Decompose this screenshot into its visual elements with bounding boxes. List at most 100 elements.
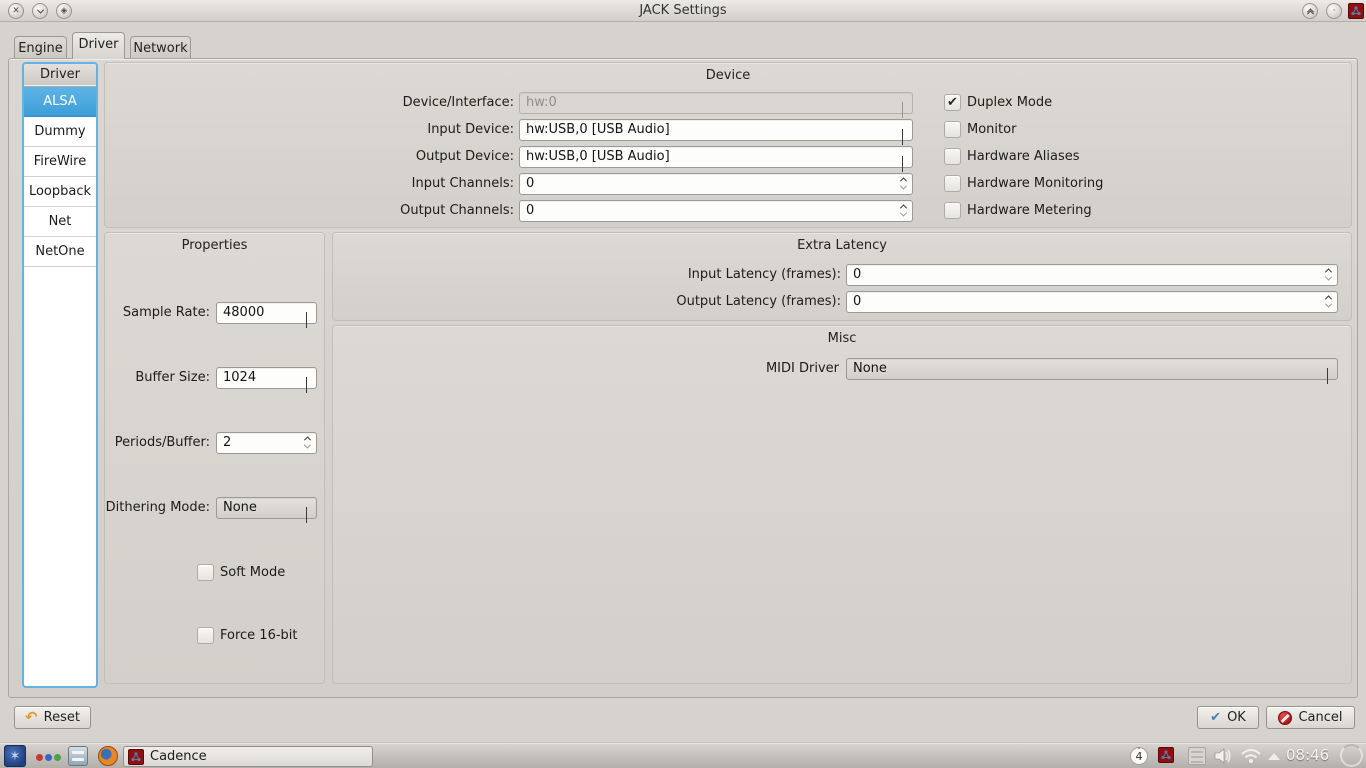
driver-item-netone[interactable]: NetOne: [24, 237, 96, 267]
reset-button[interactable]: ↶ Reset: [14, 706, 91, 729]
force-16bit-label[interactable]: Force 16-bit: [220, 627, 298, 644]
duplex-mode-checkbox[interactable]: ✔: [944, 94, 961, 111]
app-menu-icon[interactable]: ✶: [4, 745, 26, 767]
cancel-icon: [1278, 710, 1293, 725]
input-latency-spinbox[interactable]: 0: [846, 264, 1338, 286]
properties-group-title: Properties: [181, 238, 248, 253]
task-label: Cadence: [150, 749, 207, 764]
spinner-arrows-icon[interactable]: [899, 204, 908, 217]
midi-driver-combobox[interactable]: None: [846, 358, 1338, 384]
soft-mode-checkbox[interactable]: [197, 564, 214, 581]
window-title: JACK Settings: [639, 3, 727, 18]
input-latency-label: Input Latency (frames):: [687, 267, 841, 282]
hardware-aliases-label[interactable]: Hardware Aliases: [967, 148, 1080, 165]
title-bar: ✕ ◈ JACK Settings ·: [0, 0, 1366, 22]
taskbar-task-cadence[interactable]: Cadence: [123, 746, 373, 767]
driver-list-header: Driver: [24, 64, 96, 87]
device-interface-label: Device/Interface:: [402, 95, 514, 110]
device-group-title: Device: [705, 68, 751, 83]
driver-item-net[interactable]: Net: [24, 207, 96, 237]
clock: 08:46: [1286, 746, 1330, 764]
undo-icon: ↶: [25, 708, 38, 726]
keep-above-icon[interactable]: [1302, 3, 1318, 19]
taskbar: ✶ Cadence ˆ 4 08:46: [0, 742, 1366, 768]
misc-group: Misc MIDI Driver None: [332, 325, 1352, 684]
tray-expand-icon[interactable]: [1268, 753, 1280, 760]
chevron-down-icon: [1327, 367, 1328, 387]
hardware-metering-checkbox[interactable]: [944, 202, 961, 219]
tab-engine[interactable]: Engine: [14, 36, 67, 58]
hardware-monitoring-label[interactable]: Hardware Monitoring: [967, 175, 1103, 192]
midi-driver-label: MIDI Driver: [765, 361, 839, 376]
chevron-down-icon: [306, 506, 307, 526]
extra-latency-group-title: Extra Latency: [797, 238, 887, 253]
tab-network[interactable]: Network: [130, 36, 191, 58]
cadence-task-icon: [128, 748, 144, 765]
extra-latency-group: Extra Latency Input Latency (frames): 0 …: [332, 232, 1352, 321]
hardware-metering-label[interactable]: Hardware Metering: [967, 202, 1092, 219]
keyboard-layout-indicator[interactable]: ˆ 4: [1130, 747, 1148, 765]
output-channels-label: Output Channels:: [400, 203, 514, 218]
output-device-combobox[interactable]: hw:USB,0 [USB Audio]: [519, 146, 913, 172]
cadence-tray-icon[interactable]: [1158, 747, 1174, 763]
input-device-label: Input Device:: [427, 122, 514, 137]
device-group: Device Device/Interface: hw:0 Input Devi…: [104, 62, 1352, 228]
monitor-checkbox[interactable]: [944, 121, 961, 138]
firefox-icon[interactable]: [98, 746, 118, 766]
driver-item-loopback[interactable]: Loopback: [24, 177, 96, 207]
pager-dot-red-icon[interactable]: [36, 754, 43, 761]
pager-dot-green-icon[interactable]: [54, 754, 61, 761]
input-channels-spinbox[interactable]: 0: [519, 173, 913, 195]
double-chevron-up-icon: [1306, 7, 1314, 17]
sample-rate-label: Sample Rate:: [122, 305, 210, 320]
session-swirl-icon: [1340, 744, 1363, 767]
file-manager-icon[interactable]: [68, 746, 88, 766]
wifi-icon[interactable]: [1240, 747, 1262, 765]
cancel-button[interactable]: Cancel: [1266, 706, 1355, 729]
shade-window-icon[interactable]: ·: [1326, 3, 1342, 19]
soft-mode-label[interactable]: Soft Mode: [220, 564, 285, 581]
spinner-arrows-icon[interactable]: [899, 177, 908, 190]
chevron-down-icon: [902, 101, 903, 121]
spinner-arrows-icon[interactable]: [1324, 268, 1333, 281]
caret-icon: ˆ: [1137, 747, 1141, 756]
periods-buffer-label: Periods/Buffer:: [114, 435, 210, 450]
buffer-size-combobox[interactable]: 1024: [216, 367, 317, 393]
chevron-down-icon: [902, 155, 903, 175]
driver-item-dummy[interactable]: Dummy: [24, 117, 96, 147]
notes-tray-icon[interactable]: [1188, 747, 1206, 765]
input-channels-label: Input Channels:: [411, 176, 514, 191]
volume-icon[interactable]: [1214, 747, 1234, 765]
output-device-label: Output Device:: [415, 149, 514, 164]
ok-button[interactable]: ✔ OK: [1197, 706, 1259, 729]
dithering-mode-label: Dithering Mode:: [105, 500, 210, 515]
cadence-app-icon: [1348, 3, 1364, 19]
force-16bit-checkbox[interactable]: [197, 627, 214, 644]
spinner-arrows-icon[interactable]: [303, 436, 312, 449]
driver-item-firewire[interactable]: FireWire: [24, 147, 96, 177]
misc-group-title: Misc: [827, 331, 857, 346]
output-latency-label: Output Latency (frames):: [676, 294, 841, 309]
sample-rate-combobox[interactable]: 48000: [216, 302, 317, 328]
hardware-monitoring-checkbox[interactable]: [944, 175, 961, 192]
duplex-mode-label[interactable]: Duplex Mode: [967, 94, 1052, 111]
chevron-down-icon: [902, 128, 903, 148]
input-device-combobox[interactable]: hw:USB,0 [USB Audio]: [519, 119, 913, 145]
driver-list: Driver ALSA Dummy FireWire Loopback Net …: [22, 62, 98, 688]
monitor-label[interactable]: Monitor: [967, 121, 1016, 138]
properties-group: Properties Sample Rate: 48000 Buffer Siz…: [104, 232, 325, 684]
tab-driver[interactable]: Driver: [72, 32, 125, 59]
chevron-down-icon: [306, 376, 307, 396]
spinner-arrows-icon[interactable]: [1324, 295, 1333, 308]
buffer-size-label: Buffer Size:: [135, 370, 210, 385]
output-latency-spinbox[interactable]: 0: [846, 291, 1338, 313]
checkmark-icon: ✔: [1210, 710, 1222, 725]
device-interface-combobox: hw:0: [519, 92, 913, 118]
output-channels-spinbox[interactable]: 0: [519, 200, 913, 222]
driver-item-alsa[interactable]: ALSA: [24, 87, 96, 117]
pager-dot-blue-icon[interactable]: [45, 754, 52, 761]
periods-buffer-spinbox[interactable]: 2: [216, 432, 317, 454]
chevron-down-icon: [306, 311, 307, 331]
hardware-aliases-checkbox[interactable]: [944, 148, 961, 165]
dithering-mode-combobox[interactable]: None: [216, 497, 317, 523]
